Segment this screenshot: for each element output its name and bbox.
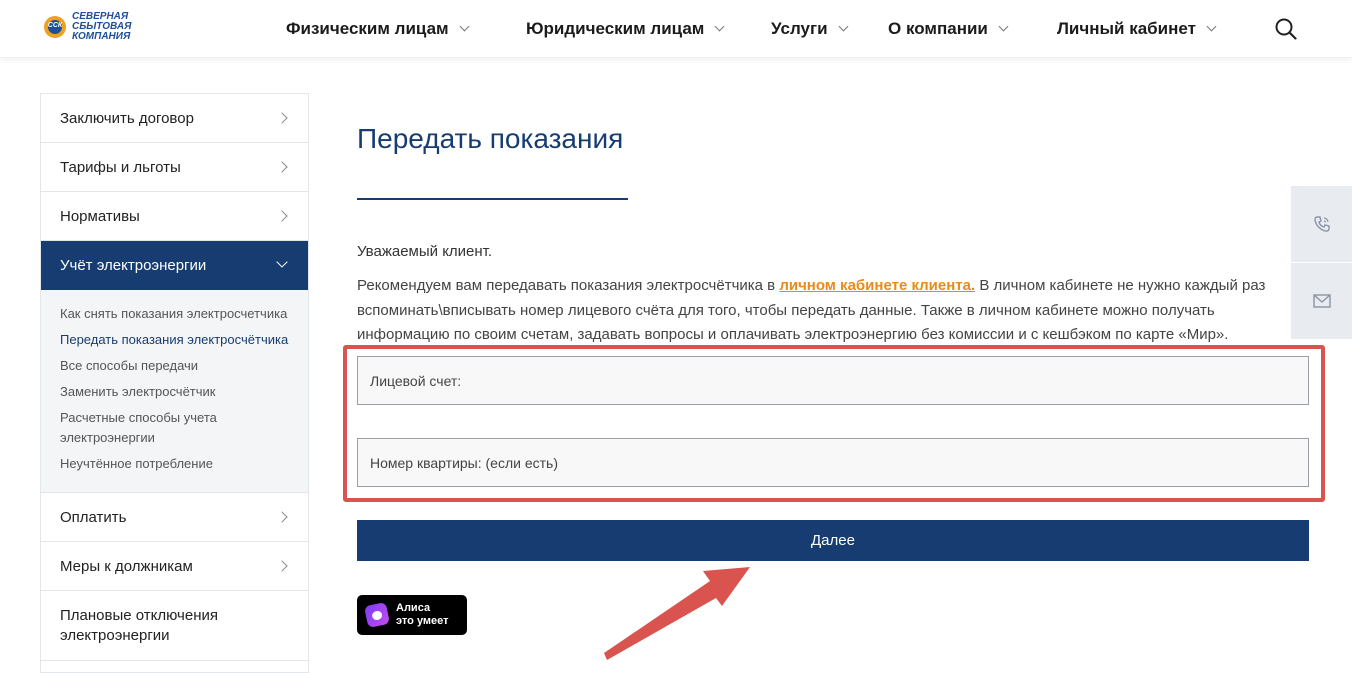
logo-line: КОМПАНИЯ bbox=[72, 31, 131, 42]
phone-icon bbox=[1313, 216, 1330, 232]
sidebar-menu: Заключить договор Тарифы и льготы Нормат… bbox=[40, 93, 309, 673]
sidebar-submenu: Как снять показания электросчетчика Пере… bbox=[41, 290, 308, 493]
submenu-item-all-methods[interactable]: Все способы передачи bbox=[60, 356, 289, 376]
account-number-input[interactable]: Лицевой счет: bbox=[357, 356, 1309, 405]
alice-logo-icon bbox=[363, 601, 391, 629]
alice-skill-badge[interactable]: Алиса это умеет bbox=[357, 595, 467, 635]
nav-individuals[interactable]: Физическим лицам bbox=[286, 0, 470, 58]
sidebar-item-norms[interactable]: Нормативы bbox=[41, 192, 308, 241]
chevron-down-icon bbox=[998, 21, 1009, 32]
greeting-text: Уважаемый клиент. bbox=[357, 243, 493, 260]
chevron-down-icon bbox=[459, 21, 470, 32]
sidebar-item-pay[interactable]: Оплатить bbox=[41, 493, 308, 542]
sidebar-item-contract[interactable]: Заключить договор bbox=[41, 94, 308, 143]
chevron-down-icon bbox=[838, 21, 848, 32]
search-icon[interactable] bbox=[1275, 18, 1297, 40]
company-logo[interactable]: ССК СЕВЕРНАЯ СБЫТОВАЯ КОМПАНИЯ bbox=[44, 12, 131, 42]
nav-legal-entities[interactable]: Юридическим лицам bbox=[526, 0, 725, 58]
chevron-right-icon bbox=[276, 112, 288, 124]
nav-services[interactable]: Услуги bbox=[771, 0, 848, 58]
call-widget[interactable] bbox=[1291, 186, 1352, 262]
site-header: ССК СЕВЕРНАЯ СБЫТОВАЯ КОМПАНИЯ Физически… bbox=[0, 0, 1352, 58]
sidebar-item-debtors[interactable]: Меры к должникам bbox=[41, 542, 308, 591]
chevron-right-icon bbox=[276, 210, 288, 222]
chevron-right-icon bbox=[276, 560, 288, 572]
submenu-item-replace-meter[interactable]: Заменить электросчётчик bbox=[60, 382, 289, 402]
submenu-item-how-to-read[interactable]: Как снять показания электросчетчика bbox=[60, 304, 289, 324]
nav-about[interactable]: О компании bbox=[888, 0, 1009, 58]
page-title: Передать показания bbox=[357, 123, 624, 154]
chevron-down-icon bbox=[1206, 21, 1217, 32]
chevron-down-icon bbox=[714, 21, 725, 32]
annotation-arrow-icon bbox=[604, 567, 750, 660]
email-widget[interactable] bbox=[1291, 263, 1352, 339]
next-button[interactable]: Далее bbox=[357, 520, 1309, 561]
apartment-number-input[interactable]: Номер квартиры: (если есть) bbox=[357, 438, 1309, 487]
mail-icon bbox=[1312, 294, 1331, 308]
logo-mark-icon: ССК bbox=[44, 16, 66, 38]
chevron-down-icon bbox=[276, 256, 288, 268]
chevron-right-icon bbox=[276, 161, 288, 173]
sidebar-item-metering[interactable]: Учёт электроэнергии bbox=[41, 241, 308, 290]
sidebar-item-outages[interactable]: Плановые отключения электроэнергии bbox=[41, 591, 308, 661]
submenu-item-calc-methods[interactable]: Расчетные способы учета электроэнергии bbox=[60, 408, 289, 448]
submenu-item-unaccounted[interactable]: Неучтённое потребление bbox=[60, 454, 289, 474]
chevron-right-icon bbox=[276, 511, 288, 523]
sidebar-item-tariffs[interactable]: Тарифы и льготы bbox=[41, 143, 308, 192]
title-divider bbox=[357, 198, 628, 200]
nav-account[interactable]: Личный кабинет bbox=[1057, 0, 1217, 58]
intro-paragraph: Рекомендуем вам передавать показания эле… bbox=[357, 277, 1266, 343]
submenu-item-submit-readings[interactable]: Передать показания электросчётчика bbox=[60, 330, 289, 350]
client-cabinet-link[interactable]: личном кабинете клиента. bbox=[779, 277, 975, 294]
